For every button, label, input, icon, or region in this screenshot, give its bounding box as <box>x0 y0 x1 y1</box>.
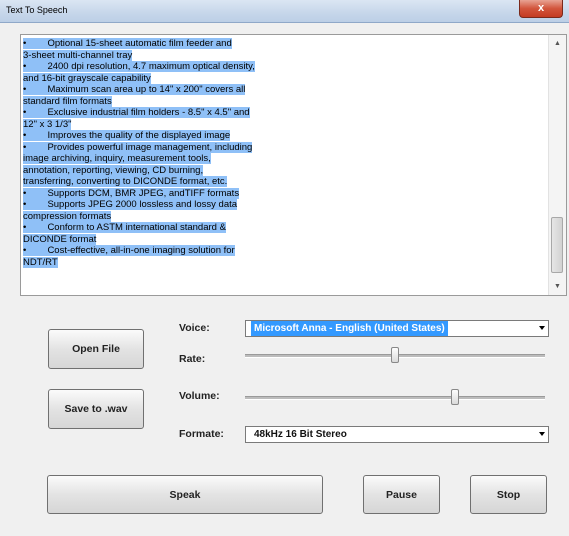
text-content: • Optional 15-sheet automatic film feede… <box>23 38 548 268</box>
text-line: • Conform to ASTM international standard… <box>23 222 226 233</box>
text-input-area[interactable]: • Optional 15-sheet automatic film feede… <box>20 34 567 296</box>
text-line: • 2400 dpi resolution, 4.7 maximum optic… <box>23 61 255 72</box>
pause-button[interactable]: Pause <box>363 475 440 514</box>
text-line: DICONDE format <box>23 233 97 245</box>
scroll-up-arrow[interactable]: ▲ <box>549 35 566 52</box>
text-line: NDT/RT <box>23 256 58 268</box>
text-line: image archiving, inquiry, measurement to… <box>23 153 211 164</box>
window-title: Text To Speech <box>6 5 68 15</box>
text-line: • Maximum scan area up to 14" x 200" cov… <box>23 84 246 95</box>
volume-slider-track[interactable] <box>245 396 545 400</box>
close-icon: x <box>537 2 545 14</box>
text-line: 3-sheet multi-channel tray <box>23 49 133 61</box>
text-line: • Exclusive industrial film holders - 8.… <box>23 107 250 118</box>
scrollbar-thumb[interactable] <box>551 217 563 273</box>
text-line: transferring, converting to DICONDE form… <box>23 176 228 187</box>
chevron-down-icon <box>539 432 545 436</box>
open-file-button[interactable]: Open File <box>48 329 144 369</box>
formate-label: Formate: <box>179 428 224 440</box>
text-line: and 16-bit grayscale capability <box>23 72 151 84</box>
stop-button[interactable]: Stop <box>470 475 547 514</box>
format-select[interactable]: 48kHz 16 Bit Stereo <box>245 426 549 443</box>
vertical-scrollbar[interactable]: ▲ ▼ <box>548 35 566 295</box>
volume-label: Volume: <box>179 390 220 402</box>
text-line: • Improves the quality of the displayed … <box>23 130 231 141</box>
chevron-down-icon <box>539 326 545 330</box>
scroll-down-arrow[interactable]: ▼ <box>549 278 566 295</box>
voice-label: Voice: <box>179 322 210 334</box>
voice-select[interactable]: Microsoft Anna - English (United States) <box>245 320 549 337</box>
volume-slider-thumb[interactable] <box>451 389 459 405</box>
format-select-value: 48kHz 16 Bit Stereo <box>254 429 347 440</box>
rate-slider-thumb[interactable] <box>391 347 399 363</box>
close-button[interactable]: x <box>519 0 563 18</box>
speak-button[interactable]: Speak <box>47 475 323 514</box>
text-line: • Provides powerful image management, in… <box>23 141 253 153</box>
text-line: • Optional 15-sheet automatic film feede… <box>23 38 232 49</box>
text-line: • Cost-effective, all-in-one imaging sol… <box>23 245 235 256</box>
rate-label: Rate: <box>179 353 206 365</box>
text-line: standard film formats <box>23 95 112 107</box>
title-bar: Text To Speech x <box>0 0 569 23</box>
text-line: • Supports JPEG 2000 lossless and lossy … <box>23 199 238 210</box>
save-wav-button[interactable]: Save to .wav <box>48 389 144 429</box>
text-line: compression formats <box>23 210 112 222</box>
voice-select-value: Microsoft Anna - English (United States) <box>251 321 448 336</box>
text-line: • Supports DCM, BMR JPEG, andTIFF format… <box>23 187 240 199</box>
text-line: annotation, reporting, viewing, CD burni… <box>23 164 204 176</box>
text-line: 12" x 3 1/3" <box>23 118 72 130</box>
